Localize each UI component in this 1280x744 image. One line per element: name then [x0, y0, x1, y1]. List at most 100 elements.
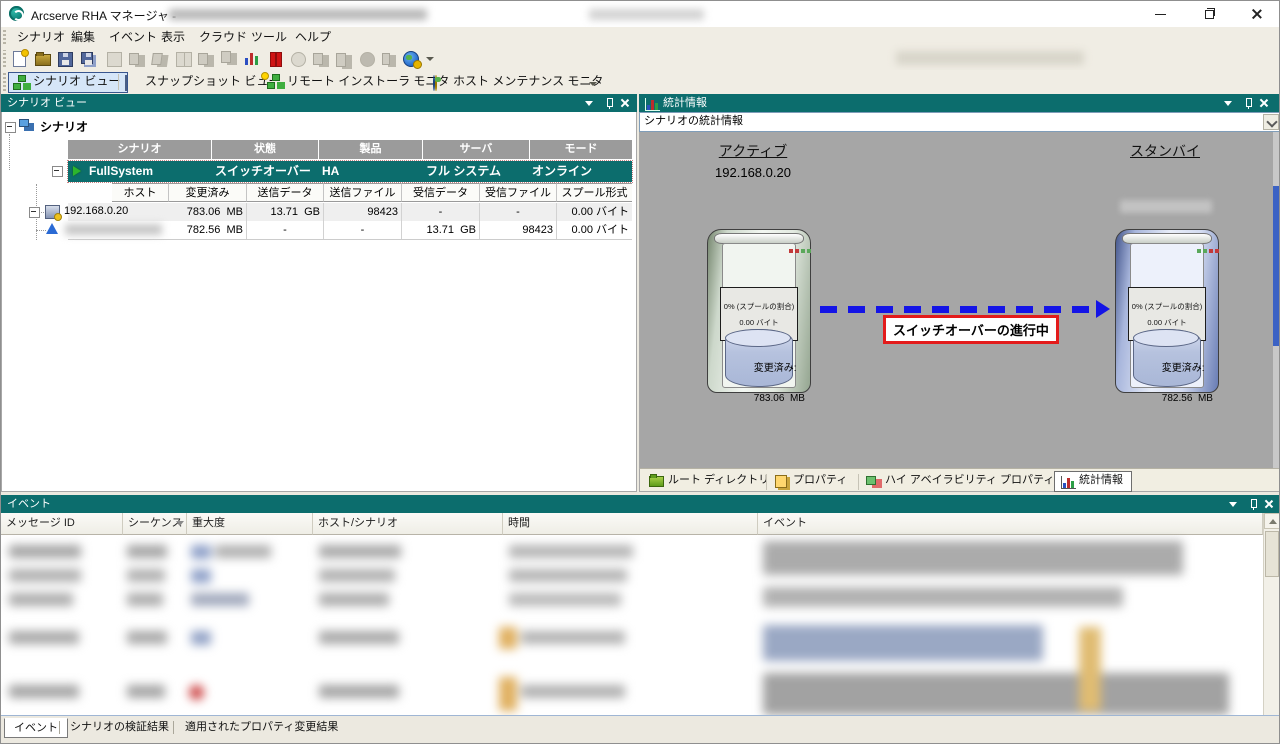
blurred-standby-host — [1120, 200, 1212, 213]
tree-expander[interactable] — [29, 207, 40, 218]
tab-scenario-view[interactable]: シナリオ ビュー — [8, 72, 128, 93]
scenario-group-icon — [19, 119, 29, 127]
tabbar-overflow-icon[interactable] — [589, 82, 597, 86]
stop-scenario-icon[interactable] — [104, 49, 124, 68]
link-icon[interactable] — [380, 49, 400, 68]
event-col-message-id[interactable]: メッセージ ID — [1, 513, 123, 535]
menu-view[interactable]: 表示 — [153, 27, 193, 47]
menu-edit[interactable]: 編集 — [63, 27, 103, 47]
integrity-test-icon[interactable] — [196, 49, 216, 68]
tabbar-grip[interactable] — [3, 73, 6, 91]
tab-remote-installer[interactable]: リモート インストーラ モニタ — [263, 72, 456, 91]
host-name[interactable]: 192.168.0.20 — [64, 205, 128, 217]
host-column-recv-data[interactable]: 受信データ — [402, 183, 480, 202]
active-server-graphic: 0% (スプールの割合) 0.00 バイト 変更済み: 783.06 MB — [707, 229, 811, 393]
panel-close-button[interactable] — [1264, 499, 1276, 510]
stats-scrollbar-thumb[interactable] — [1273, 186, 1280, 346]
stats-selector-arrow[interactable] — [1263, 114, 1279, 130]
bottom-tab-validation[interactable]: シナリオの検証結果 — [61, 718, 178, 736]
minimize-button[interactable] — [1138, 1, 1183, 27]
host-column-changed[interactable]: 変更済み — [169, 183, 247, 202]
save-icon[interactable] — [55, 49, 75, 68]
scenario-name: FullSystem — [89, 161, 153, 182]
tree-expander[interactable] — [52, 166, 63, 177]
restore-button[interactable] — [1186, 1, 1231, 27]
scenario-state: スイッチオーバー — [215, 161, 311, 182]
panel-menu-button[interactable] — [1224, 101, 1236, 112]
event-scrollbar[interactable] — [1263, 513, 1280, 715]
column-header-state[interactable]: 状態 — [212, 140, 319, 159]
panel-pin-button[interactable] — [603, 98, 615, 109]
blurred-scenario-name — [169, 9, 427, 20]
arcserve-logo-icon — [9, 6, 24, 21]
web-portal-icon[interactable] — [401, 49, 421, 68]
event-col-severity[interactable]: 重大度 — [187, 513, 313, 535]
panel-pin-button[interactable] — [1242, 98, 1254, 109]
event-col-time[interactable]: 時間 — [503, 513, 758, 535]
column-header-product[interactable]: 製品 — [319, 140, 423, 159]
menubar-grip[interactable] — [3, 30, 6, 44]
tab-ha-properties[interactable]: ハイ アベイラビリティ プロパティ — [861, 471, 1062, 490]
restore-data-icon[interactable] — [150, 49, 170, 68]
diff-report-icon[interactable] — [173, 49, 193, 68]
stats-tab-bar: ルート ディレクトリ プロパティ ハイ アベイラビリティ プロパティ 統計情報 — [639, 468, 1280, 492]
tab-statistics[interactable]: 統計情報 — [1054, 471, 1132, 492]
event-col-sequence[interactable]: シーケンス — [123, 513, 187, 535]
tab-ha-properties-label: ハイ アベイラビリティ プロパティ — [885, 474, 1054, 486]
event-col-event[interactable]: イベント — [758, 513, 1263, 535]
host-config-icon[interactable] — [219, 49, 239, 68]
panel-menu-button[interactable] — [585, 101, 597, 112]
spool-percent: 0% (スプールの割合) — [724, 301, 794, 312]
host-column-sent-data[interactable]: 送信データ — [247, 183, 324, 202]
host-column-recv-files[interactable]: 受信ファイル — [480, 183, 557, 202]
scroll-up-button[interactable] — [1264, 513, 1280, 529]
close-icon — [1251, 8, 1263, 20]
scenario-server: フル システム — [426, 161, 501, 182]
tab-root-directory-label: ルート ディレクトリ — [668, 474, 769, 486]
scenario-tree-area: シナリオ シナリオ 状態 製品 サーバ モード FullSystem スイッチオ… — [1, 112, 637, 492]
cell-sent-files: - — [324, 221, 402, 239]
changed-value: 783.06 MB — [754, 393, 805, 404]
panel-close-button[interactable] — [620, 98, 632, 109]
host-column-sent-files[interactable]: 送信ファイル — [324, 183, 402, 202]
tree-root-label[interactable]: シナリオ — [40, 118, 88, 135]
stats-selector[interactable]: シナリオの統計情報 — [639, 112, 1280, 132]
host-column-host[interactable]: ホスト — [112, 183, 169, 202]
scrollbar-thumb[interactable] — [1265, 531, 1279, 577]
panel-menu-button[interactable] — [1229, 502, 1241, 513]
sync-icon[interactable] — [127, 49, 147, 68]
cell-sent-data: - — [247, 221, 324, 239]
disable-events-icon[interactable] — [288, 49, 308, 68]
column-header-scenario[interactable]: シナリオ — [68, 140, 212, 159]
panel-close-button[interactable] — [1259, 98, 1271, 109]
suspend-icon[interactable] — [265, 49, 285, 68]
stats-panel-header: 統計情報 — [639, 94, 1280, 112]
host-column-spool[interactable]: スプール形式 — [557, 183, 632, 202]
open-scenario-icon[interactable] — [32, 49, 52, 68]
tab-properties[interactable]: プロパティ — [769, 471, 855, 490]
close-button[interactable] — [1234, 1, 1279, 27]
column-header-server[interactable]: サーバ — [423, 140, 530, 159]
offline-icon[interactable] — [357, 49, 377, 68]
column-header-mode[interactable]: モード — [530, 140, 632, 159]
server-group-icon[interactable] — [334, 49, 354, 68]
tab-separator — [118, 74, 119, 90]
statistics-icon[interactable] — [242, 49, 262, 68]
bottom-tab-applied-changes[interactable]: 適用されたプロパティ変更結果 — [176, 718, 347, 736]
scenario-mode: オンライン — [532, 161, 592, 182]
toolbar-overflow-icon[interactable] — [426, 57, 434, 61]
tab-root-directory[interactable]: ルート ディレクトリ — [644, 471, 777, 490]
tab-host-maintenance[interactable]: ホスト メンテナンス モニタ — [429, 72, 610, 91]
menu-help[interactable]: ヘルプ — [287, 27, 339, 47]
scenario-panel-title: シナリオ ビュー — [7, 94, 87, 112]
save-all-icon[interactable] — [78, 49, 98, 68]
new-scenario-icon[interactable] — [9, 49, 29, 68]
event-col-host-scenario[interactable]: ホスト/シナリオ — [313, 513, 503, 535]
panel-pin-button[interactable] — [1247, 499, 1259, 510]
tree-expander[interactable] — [5, 122, 16, 133]
chevron-down-icon — [1266, 116, 1277, 127]
toolbar-grip[interactable] — [3, 50, 6, 67]
stats-scrollbar[interactable] — [1273, 132, 1280, 468]
copy-icon[interactable] — [311, 49, 331, 68]
scenario-row-fullsystem[interactable]: FullSystem スイッチオーバー HA フル システム オンライン — [68, 161, 632, 182]
